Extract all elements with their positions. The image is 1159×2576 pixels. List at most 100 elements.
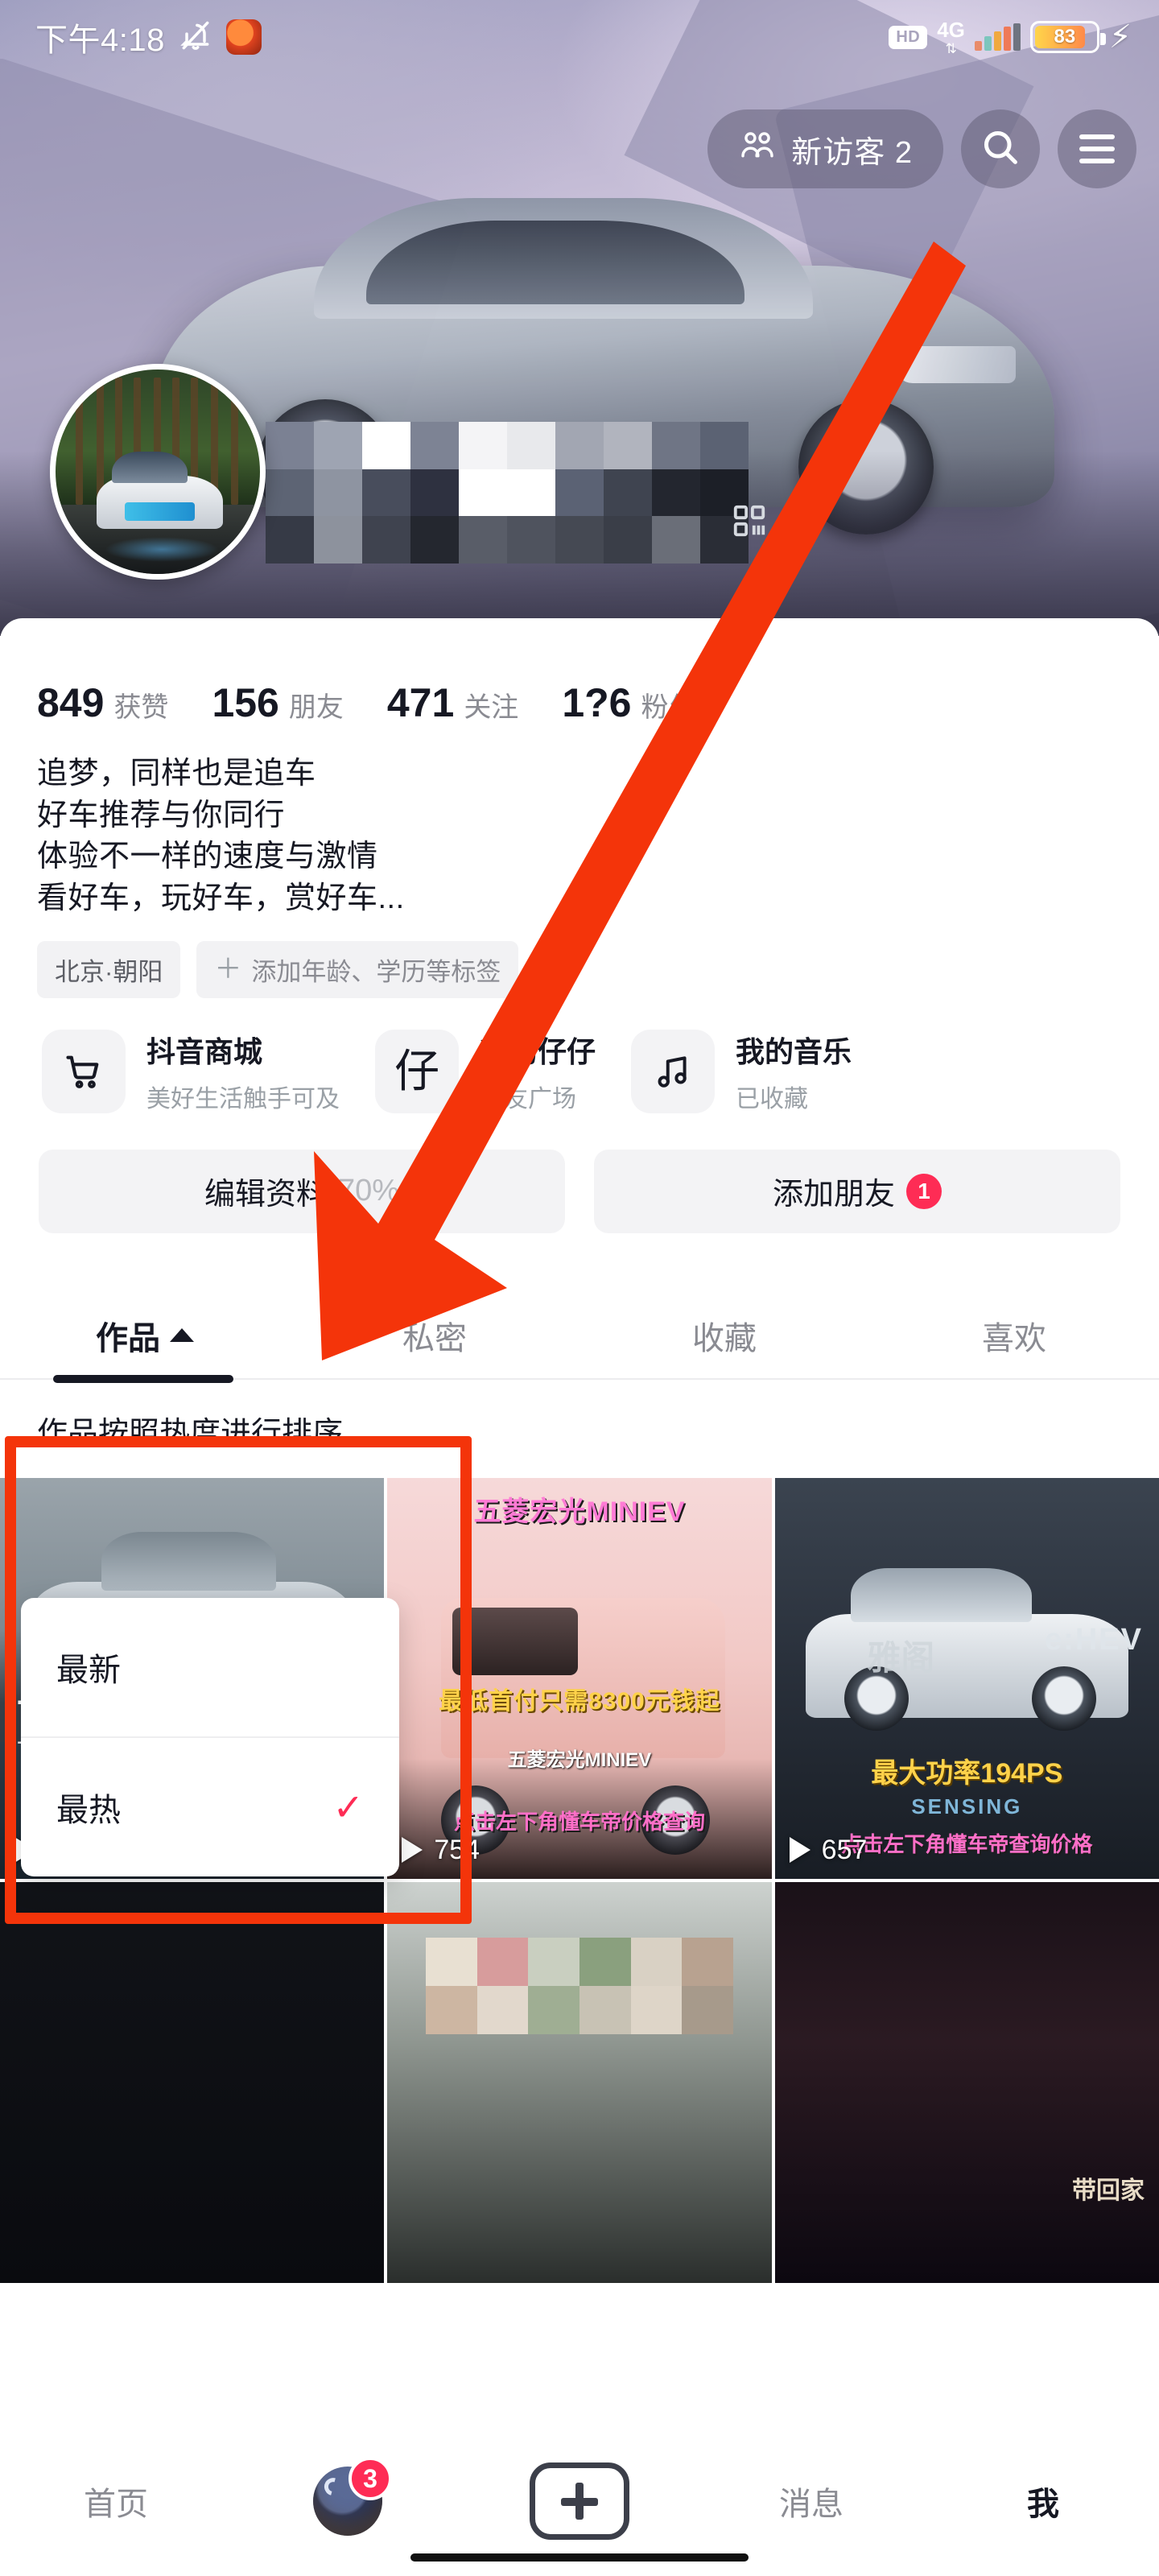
play-icon xyxy=(789,1837,810,1864)
shortcut-card-mall-subtitle: 美好生活触手可及 xyxy=(146,1085,340,1113)
video-overlay-footer-2: 点击左下角懂车帝价格查询 xyxy=(453,1809,705,1834)
profile-sheet: 849 获赞 156 朋友 471 关注 1?6 粉丝 追梦，同样也是追车 好车… xyxy=(0,618,1159,2576)
profile-action-buttons: 编辑资料 70% 添加朋友 1 xyxy=(0,1114,1159,1233)
signal-bars-icon xyxy=(974,23,1021,51)
dropdown-item-newest[interactable]: 最新 xyxy=(21,1598,399,1736)
nav-item-messages[interactable]: 消息 xyxy=(695,2478,927,2524)
edit-profile-percent: 70% xyxy=(337,1174,400,1208)
search-icon xyxy=(980,126,1021,172)
add-friend-button[interactable]: 添加朋友 1 xyxy=(594,1149,1120,1233)
video-overlay-band-2: 最低首付只需8300元钱起 xyxy=(439,1687,720,1715)
cover-action-bar: 新访客 2 xyxy=(707,109,1136,188)
status-bar-left: 下午4:18 xyxy=(35,14,262,60)
bell-muted-icon xyxy=(178,18,213,57)
video-cell-2[interactable]: 五菱宏光MINIEV 最低首付只需8300元钱起 五菱宏光MINIEV 点击左下… xyxy=(387,1477,772,1879)
shortcut-card-music-title: 我的音乐 xyxy=(736,1034,852,1068)
plus-icon: ＋ xyxy=(214,954,242,985)
shortcut-card-music-text: 我的音乐 已收藏 xyxy=(736,1029,852,1114)
people-icon xyxy=(738,128,777,170)
stat-friends-value: 156 xyxy=(212,680,279,725)
stat-following[interactable]: 471 关注 xyxy=(387,679,518,726)
video-play-count-value-2: 754 xyxy=(434,1834,481,1865)
video-mosaic-mask-5 xyxy=(426,1938,733,2034)
bottom-navigation-bar: 首页 3 消息 我 xyxy=(0,2426,1159,2576)
tab-likes[interactable]: 喜欢 xyxy=(869,1312,1159,1383)
shortcut-card-zaizai-text: 我的仔仔 朋友广场 xyxy=(480,1029,596,1114)
shortcut-card-mall-text: 抖音商城 美好生活触手可及 xyxy=(146,1029,340,1114)
avatar[interactable] xyxy=(50,364,266,580)
nav-item-friends[interactable]: 3 xyxy=(232,2457,464,2536)
menu-button[interactable] xyxy=(1058,109,1136,188)
dropdown-item-newest-label: 最新 xyxy=(56,1653,121,1688)
zaizai-glyph-text: 仔 xyxy=(394,1045,439,1096)
status-bar: 下午4:18 HD 4G ⇅ 83 ⚡ xyxy=(0,0,1159,74)
tab-works[interactable]: 作品 xyxy=(0,1312,290,1383)
shortcut-card-music-subtitle: 已收藏 xyxy=(736,1085,809,1113)
edit-profile-button[interactable]: 编辑资料 70% xyxy=(39,1149,565,1233)
shortcut-card-music[interactable]: 我的音乐 已收藏 xyxy=(631,1029,852,1114)
video-thumbnail-6 xyxy=(774,1881,1159,2283)
shortcut-card-mall[interactable]: 抖音商城 美好生活触手可及 xyxy=(42,1029,340,1114)
stat-likes[interactable]: 849 获赞 xyxy=(37,679,168,726)
bio-line-3: 体验不一样的速度与激情 xyxy=(37,840,378,874)
video-play-count-3: 657 xyxy=(789,1835,867,1866)
tab-favorites[interactable]: 收藏 xyxy=(580,1312,869,1383)
app-icon xyxy=(225,19,262,55)
shopping-cart-icon xyxy=(42,1029,126,1113)
nav-item-me-label: 我 xyxy=(1027,2487,1059,2522)
shortcut-card-zaizai[interactable]: 仔 我的仔仔 朋友广场 xyxy=(375,1029,596,1114)
profile-tags-row: 北京·朝阳 ＋ 添加年龄、学历等标签 xyxy=(0,920,1159,998)
search-button[interactable] xyxy=(961,109,1040,188)
dropdown-item-hottest-label: 最热 xyxy=(56,1793,121,1828)
edit-profile-label: 编辑资料 xyxy=(204,1178,327,1212)
hamburger-menu-icon xyxy=(1079,134,1115,163)
sort-hint-text: 作品按照热度进行排序 xyxy=(37,1417,344,1451)
bio-line-2: 好车推荐与你同行 xyxy=(37,798,286,832)
qr-code-icon[interactable] xyxy=(731,502,768,543)
video-thumbnail-4 xyxy=(0,1881,385,2283)
lightning-bolt-icon: ⚡ xyxy=(1108,19,1132,55)
hd-badge: HD xyxy=(889,25,928,49)
stat-friends-label: 朋友 xyxy=(288,692,344,723)
stat-following-label: 关注 xyxy=(464,692,519,723)
nav-item-me[interactable]: 我 xyxy=(927,2478,1159,2524)
content-tabs: 作品 私密 收藏 喜欢 xyxy=(0,1262,1159,1383)
shortcut-cards-row: 抖音商城 美好生活触手可及 仔 我的仔仔 朋友广场 我的音乐 已收藏 xyxy=(0,998,1159,1114)
profile-bio[interactable]: 追梦，同样也是追车 好车推荐与你同行 体验不一样的速度与激情 看好车，玩好车，赏… xyxy=(0,726,1159,920)
add-friend-badge: 1 xyxy=(906,1173,942,1209)
stat-followers[interactable]: 1?6 粉丝 xyxy=(562,679,695,726)
video-overlay-power-3: 最大功率194PS xyxy=(871,1757,1063,1789)
avatar-car-glow xyxy=(104,537,220,562)
video-cell-6[interactable]: 带回家 xyxy=(774,1881,1159,2283)
video-cell-3[interactable]: e:HEV 雅阁 最大功率194PS SENSING 点击左下角懂车帝查询价格 … xyxy=(774,1477,1159,1879)
shortcut-card-zaizai-subtitle: 朋友广场 xyxy=(480,1085,576,1113)
plus-create-icon xyxy=(530,2462,629,2540)
tab-private[interactable]: 私密 xyxy=(290,1312,580,1383)
profile-stats-row: 849 获赞 156 朋友 471 关注 1?6 粉丝 xyxy=(0,618,1159,726)
dropdown-item-hottest[interactable]: 最热 ✓ xyxy=(21,1738,399,1876)
cover-car-headlamp xyxy=(895,346,1016,383)
battery-indicator: 83 xyxy=(1029,21,1106,53)
location-tag[interactable]: 北京·朝阳 xyxy=(37,940,181,998)
video-overlay-badge-3: e:HEV xyxy=(1045,1622,1143,1657)
shortcut-card-mall-title: 抖音商城 xyxy=(146,1034,263,1068)
friends-avatar-icon: 3 xyxy=(313,2457,392,2536)
shortcut-card-zaizai-title: 我的仔仔 xyxy=(480,1034,596,1068)
play-icon xyxy=(402,1837,423,1864)
nav-item-create[interactable] xyxy=(464,2462,695,2540)
stat-following-value: 471 xyxy=(386,680,455,725)
tab-favorites-label: 收藏 xyxy=(692,1320,757,1356)
network-type-label: 4G xyxy=(937,17,965,42)
video-cell-4[interactable] xyxy=(0,1881,385,2283)
video-cell-5[interactable] xyxy=(387,1881,772,2283)
tab-private-label: 私密 xyxy=(402,1320,467,1356)
add-tag-button[interactable]: ＋ 添加年龄、学历等标签 xyxy=(196,940,519,998)
network-indicator: 4G ⇅ xyxy=(937,19,965,56)
nav-item-home[interactable]: 首页 xyxy=(0,2478,232,2524)
home-indicator xyxy=(410,2553,749,2562)
new-visitors-button[interactable]: 新访客 2 xyxy=(707,109,943,188)
new-visitors-label: 新访客 2 xyxy=(791,135,913,170)
stat-friends[interactable]: 156 朋友 xyxy=(212,679,343,726)
stat-followers-label: 粉丝 xyxy=(641,692,696,723)
app-root: 下午4:18 HD 4G ⇅ 83 ⚡ 新访客 2 849 获赞 156 朋友 … xyxy=(0,0,1159,2576)
